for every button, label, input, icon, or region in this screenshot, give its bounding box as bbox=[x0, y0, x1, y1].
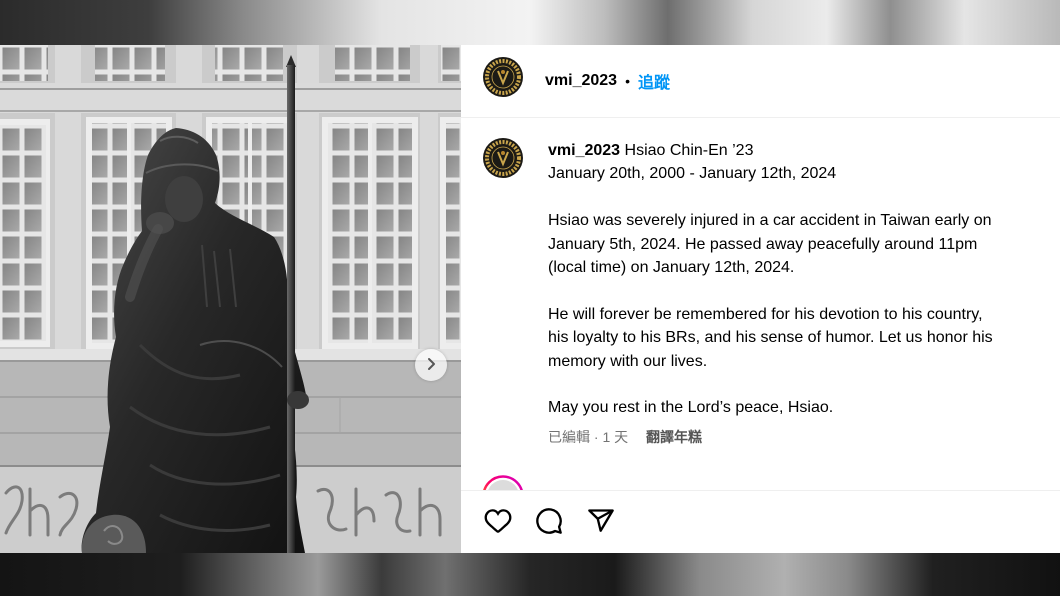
vmi-logo-avatar[interactable] bbox=[483, 57, 523, 97]
comment-avatar[interactable] bbox=[482, 475, 524, 490]
caption-line: Hsiao was severely injured in a car acci… bbox=[548, 212, 992, 230]
share-button[interactable] bbox=[587, 507, 615, 535]
screen: vmi_2023 • 追蹤 vmi_2023 Hsiao Chin-En ’23… bbox=[0, 0, 1060, 596]
blurred-background-bottom bbox=[0, 553, 1060, 596]
edited-timestamp: 已編輯 · 1 天 bbox=[548, 428, 629, 445]
like-button[interactable] bbox=[484, 507, 512, 535]
post-caption: vmi_2023 Hsiao Chin-En ’23 January 20th,… bbox=[548, 139, 1053, 447]
caption-first-line: vmi_2023 Hsiao Chin-En ’23 bbox=[548, 139, 1053, 162]
comment-button[interactable] bbox=[535, 507, 563, 535]
post-author: vmi_2023 • 追蹤 bbox=[545, 45, 670, 117]
caption-line: memory with our lives. bbox=[548, 352, 708, 370]
post-dialog: vmi_2023 • 追蹤 vmi_2023 Hsiao Chin-En ’23… bbox=[0, 45, 1060, 553]
caption-paragraph: May you rest in the Lord’s peace, Hsiao. bbox=[548, 396, 1053, 419]
caption-line: (local time) on January 12th, 2024. bbox=[548, 259, 795, 277]
caption-line: his loyalty to his BRs, and his sense of… bbox=[548, 329, 993, 347]
carousel-next-button[interactable] bbox=[415, 349, 447, 381]
translate-button[interactable]: 翻譯年糕 bbox=[646, 429, 702, 445]
caption-line: January 5th, 2024. He passed away peacef… bbox=[548, 235, 978, 253]
caption-line: May you rest in the Lord’s peace, Hsiao. bbox=[548, 399, 834, 417]
post-header: vmi_2023 • 追蹤 bbox=[461, 45, 1060, 118]
caption-meta: 已編輯 · 1 天 翻譯年糕 bbox=[548, 427, 1053, 447]
chevron-right-icon bbox=[424, 357, 438, 374]
comment-icon bbox=[535, 507, 563, 535]
caption-avatar[interactable] bbox=[483, 138, 523, 178]
statue-photo bbox=[0, 45, 461, 553]
caption-dates: January 20th, 2000 - January 12th, 2024 bbox=[548, 165, 837, 183]
caption-username[interactable]: vmi_2023 bbox=[548, 142, 620, 159]
author-username[interactable]: vmi_2023 bbox=[545, 72, 617, 90]
post-actions bbox=[461, 490, 1060, 553]
blurred-background-top bbox=[0, 0, 1060, 45]
caption-line: He will forever be remembered for his de… bbox=[548, 305, 983, 323]
send-icon bbox=[587, 507, 615, 535]
separator-dot: • bbox=[625, 73, 630, 89]
comments-scroll[interactable]: vmi_2023 Hsiao Chin-En ’23 January 20th,… bbox=[461, 118, 1060, 490]
follow-button[interactable]: 追蹤 bbox=[638, 69, 670, 93]
caption-title: Hsiao Chin-En ’23 bbox=[624, 142, 754, 159]
caption-paragraph: He will forever be remembered for his de… bbox=[548, 303, 1053, 373]
heart-icon bbox=[484, 507, 512, 535]
post-media[interactable] bbox=[0, 45, 461, 553]
caption-paragraph: Hsiao was severely injured in a car acci… bbox=[548, 209, 1053, 279]
post-panel: vmi_2023 • 追蹤 vmi_2023 Hsiao Chin-En ’23… bbox=[461, 45, 1060, 553]
